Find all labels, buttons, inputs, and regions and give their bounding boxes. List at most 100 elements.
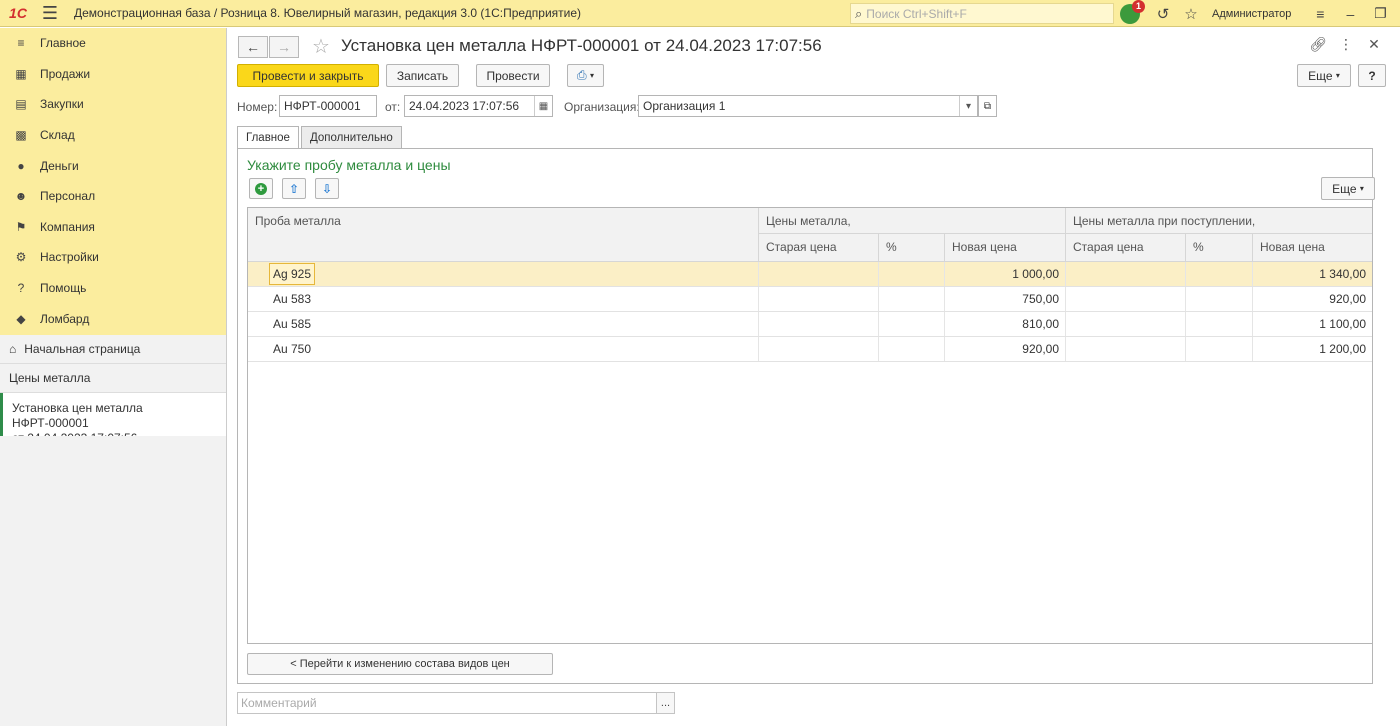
add-row-button[interactable]: + bbox=[249, 178, 273, 199]
new-price-receipt-cell[interactable]: 1 340,00 bbox=[1253, 262, 1372, 286]
move-up-button[interactable]: ⇧ bbox=[282, 178, 306, 199]
probe-cell[interactable]: Au 585 bbox=[248, 312, 759, 336]
table-more-button[interactable]: Еще ▾ bbox=[1321, 177, 1375, 200]
current-user[interactable]: Администратор bbox=[1212, 8, 1291, 20]
percent-cell[interactable] bbox=[879, 337, 945, 361]
close-icon[interactable]: ✕ bbox=[1360, 36, 1388, 53]
open-organization-button[interactable]: ⧉ bbox=[978, 95, 997, 117]
more-button[interactable]: Еще ▾ bbox=[1297, 64, 1351, 87]
comment-field[interactable]: Комментарий bbox=[237, 692, 657, 714]
print-button[interactable]: ⎙ ▾ bbox=[567, 64, 604, 87]
tab-panel-main: Укажите пробу металла и цены + ⇧ ⇩ Еще ▾… bbox=[237, 148, 1375, 684]
main-menu-icon[interactable]: ☰ bbox=[36, 0, 64, 27]
move-down-button[interactable]: ⇩ bbox=[315, 178, 339, 199]
percent-cell[interactable] bbox=[879, 312, 945, 336]
old-price-cell[interactable] bbox=[759, 287, 879, 311]
date-field[interactable]: 24.04.2023 17:07:56 ▦ bbox=[404, 95, 553, 117]
comment-expand-button[interactable]: ... bbox=[657, 692, 675, 714]
arrow-left-icon: ← bbox=[246, 39, 260, 55]
table-row[interactable]: Au 585 810,00 1 100,00 bbox=[248, 312, 1372, 337]
old-price-cell[interactable] bbox=[759, 312, 879, 336]
percent-receipt-cell[interactable] bbox=[1186, 287, 1253, 311]
date-value: 24.04.2023 17:07:56 bbox=[409, 99, 520, 113]
new-price-receipt-cell[interactable]: 1 200,00 bbox=[1253, 337, 1372, 361]
help-button[interactable]: ? bbox=[1358, 64, 1386, 87]
column-header-probe[interactable]: Проба металла bbox=[248, 208, 759, 261]
notifications-icon[interactable]: 1 bbox=[1120, 0, 1145, 24]
percent-receipt-cell[interactable] bbox=[1186, 312, 1253, 336]
section-warehouse[interactable]: ▩ Склад bbox=[0, 120, 226, 151]
dropdown-icon[interactable]: ▾ bbox=[959, 96, 977, 116]
calendar-icon[interactable]: ▦ bbox=[534, 96, 552, 116]
post-button[interactable]: Провести bbox=[476, 64, 550, 87]
old-price-receipt-cell[interactable] bbox=[1066, 312, 1186, 336]
percent-receipt-cell[interactable] bbox=[1186, 337, 1253, 361]
section-purchases[interactable]: ▤ Закупки bbox=[0, 89, 226, 120]
nav-metal-prices[interactable]: Цены металла bbox=[0, 364, 226, 393]
column-header-new-price[interactable]: Новая цена bbox=[945, 234, 1066, 261]
favorites-star-icon[interactable]: ☆ bbox=[1180, 5, 1202, 23]
old-price-cell[interactable] bbox=[759, 337, 879, 361]
column-header-percent[interactable]: % bbox=[879, 234, 945, 261]
new-price-cell[interactable]: 810,00 bbox=[945, 312, 1066, 336]
table-row[interactable]: Au 583 750,00 920,00 bbox=[248, 287, 1372, 312]
probe-cell[interactable]: Au 583 bbox=[248, 287, 759, 311]
history-icon[interactable]: ↺ bbox=[1152, 5, 1174, 23]
section-sales[interactable]: ▦ Продажи bbox=[0, 59, 226, 90]
organization-label: Организация: bbox=[564, 100, 640, 114]
organization-field[interactable]: Организация 1 ▾ bbox=[638, 95, 978, 117]
section-staff[interactable]: ☻ Персонал bbox=[0, 181, 226, 212]
favorite-star-icon[interactable]: ☆ bbox=[312, 34, 330, 59]
nav-home-page[interactable]: ⌂ Начальная страница bbox=[0, 335, 226, 364]
new-price-receipt-cell[interactable]: 1 100,00 bbox=[1253, 312, 1372, 336]
people-icon: ☻ bbox=[14, 189, 28, 204]
column-header-new-price-receipt[interactable]: Новая цена bbox=[1253, 234, 1372, 261]
change-price-types-button[interactable]: < Перейти к изменению состава видов цен bbox=[247, 653, 553, 675]
close-window-icon[interactable]: ✕ bbox=[1395, 5, 1400, 22]
column-header-percent-receipt[interactable]: % bbox=[1186, 234, 1253, 261]
old-price-receipt-cell[interactable] bbox=[1066, 287, 1186, 311]
old-price-cell[interactable] bbox=[759, 262, 879, 286]
forward-button[interactable]: → bbox=[269, 36, 299, 58]
new-price-cell[interactable]: 1 000,00 bbox=[945, 262, 1066, 286]
section-company[interactable]: ⚑ Компания bbox=[0, 212, 226, 243]
section-label: Персонал bbox=[40, 189, 96, 204]
old-price-receipt-cell[interactable] bbox=[1066, 262, 1186, 286]
minimize-icon[interactable]: – bbox=[1335, 6, 1365, 22]
back-button[interactable]: ← bbox=[238, 36, 268, 58]
column-header-old-price-receipt[interactable]: Старая цена bbox=[1066, 234, 1186, 261]
percent-cell[interactable] bbox=[879, 287, 945, 311]
link-icon[interactable]: 🔗︎ bbox=[1304, 36, 1332, 53]
percent-receipt-cell[interactable] bbox=[1186, 262, 1253, 286]
old-price-receipt-cell[interactable] bbox=[1066, 337, 1186, 361]
table-row[interactable]: Au 750 920,00 1 200,00 bbox=[248, 337, 1372, 362]
probe-cell[interactable]: Ag 925 bbox=[269, 263, 316, 285]
new-price-cell[interactable]: 750,00 bbox=[945, 287, 1066, 311]
tab-bar: Главное Дополнительно bbox=[237, 126, 404, 148]
percent-cell[interactable] bbox=[879, 262, 945, 286]
tab-main[interactable]: Главное bbox=[237, 126, 299, 148]
section-settings[interactable]: ⚙ Настройки bbox=[0, 242, 226, 273]
form-header-icons: 🔗︎ ⋮ ✕ bbox=[1304, 36, 1388, 53]
menu-icon: ≡ bbox=[17, 36, 25, 51]
window-menu-icon[interactable]: ≡ bbox=[1305, 6, 1335, 22]
gear-icon: ⚙ bbox=[15, 250, 27, 265]
number-field[interactable]: НФРТ-000001 bbox=[279, 95, 377, 117]
section-money[interactable]: ● Деньги bbox=[0, 150, 226, 181]
tab-additional[interactable]: Дополнительно bbox=[300, 126, 402, 148]
prices-table[interactable]: Проба металла Цены металла, Цены металла… bbox=[247, 207, 1373, 644]
new-price-cell[interactable]: 920,00 bbox=[945, 337, 1066, 361]
probe-cell[interactable]: Au 750 bbox=[248, 337, 759, 361]
section-pawnshop[interactable]: ◆ Ломбард bbox=[0, 303, 226, 334]
section-help[interactable]: ? Помощь bbox=[0, 273, 226, 304]
section-main[interactable]: ≡ Главное bbox=[0, 28, 226, 59]
global-search-input[interactable]: ⌕ Поиск Ctrl+Shift+F bbox=[850, 3, 1114, 24]
restore-icon[interactable]: ❐ bbox=[1365, 5, 1395, 22]
table-row[interactable]: Ag 925 1 000,00 1 340,00 bbox=[248, 262, 1372, 287]
post-and-close-button[interactable]: Провести и закрыть bbox=[237, 64, 379, 87]
section-label: Главное bbox=[40, 36, 86, 51]
new-price-receipt-cell[interactable]: 920,00 bbox=[1253, 287, 1372, 311]
more-vertical-icon[interactable]: ⋮ bbox=[1332, 36, 1360, 53]
column-header-old-price[interactable]: Старая цена bbox=[759, 234, 879, 261]
save-button[interactable]: Записать bbox=[386, 64, 459, 87]
